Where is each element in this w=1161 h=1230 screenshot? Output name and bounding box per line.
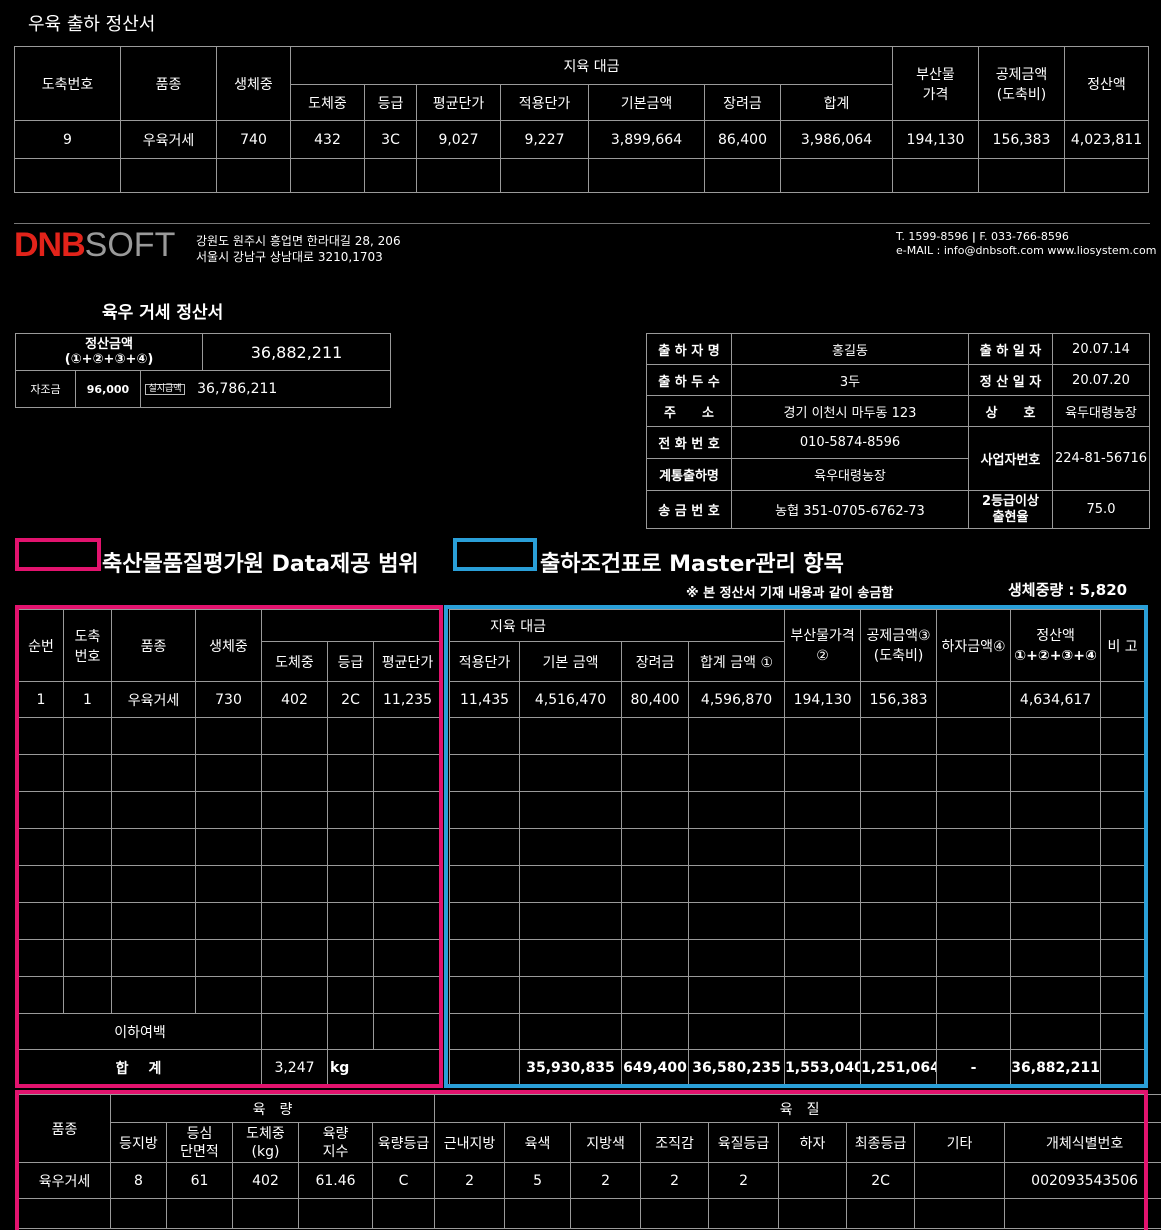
cell: 740 (217, 121, 291, 159)
biz-no-value: 224-81-56716 (1053, 427, 1150, 491)
cell: 4,023,811 (1065, 121, 1149, 159)
head-count-label: 출 하 두 수 (647, 365, 732, 396)
grade2-value: 75.0 (1053, 491, 1150, 529)
ship-date-value: 20.07.14 (1053, 334, 1150, 365)
actual-pay: 실지급액 36,786,211 (141, 371, 391, 408)
cell: 3C (365, 121, 417, 159)
live-weight-total: 생체중량 : 5,820 (1008, 579, 1127, 600)
business-label: 상 호 (969, 396, 1053, 427)
th-payment: 지육 대금 (291, 47, 893, 85)
th-applied-price: 적용단가 (501, 85, 589, 121)
biz-no-label: 사업자번호 (969, 427, 1053, 491)
th-live-weight: 생체중 (217, 47, 291, 121)
pink-legend-swatch (15, 538, 101, 571)
cell: 우육거세 (121, 121, 217, 159)
top-title: 우육 출하 정산서 (28, 10, 155, 36)
subsidy-value: 96,000 (76, 371, 141, 408)
system-label: 계통출하명 (647, 459, 732, 491)
top-table: 도축번호 품종 생체중 지육 대금 부산물가격 공제금액(도축비) 정산액 도체… (14, 46, 1149, 193)
th-avg-price: 평균단가 (417, 85, 501, 121)
blue-range-frame (444, 605, 1148, 1088)
address-value: 경기 이천시 마두동 123 (732, 396, 969, 427)
blue-legend-label: 출하조건표로 Master관리 항목 (540, 546, 844, 578)
cell: 86,400 (705, 121, 781, 159)
amount-label: 정산금액(①+②+③+④) (16, 334, 203, 371)
pink-range-frame (15, 605, 443, 1088)
th-incentive: 장려금 (705, 85, 781, 121)
account-label: 송 금 번 호 (647, 491, 732, 529)
amount-box: 정산금액(①+②+③+④) 36,882,211 자조금 96,000 실지급액… (15, 333, 391, 408)
top-row: 9 우육거세 740 432 3C 9,027 9,227 3,899,664 … (15, 121, 1149, 159)
grade2-label: 2등급이상출현율 (969, 491, 1053, 529)
th-byproduct: 부산물가격 (893, 47, 979, 121)
remit-note: ※ 본 정산서 기재 내용과 같이 송금함 (686, 582, 893, 601)
cell: 3,986,064 (781, 121, 893, 159)
amount-value: 36,882,211 (203, 334, 391, 371)
blue-legend-swatch (453, 538, 537, 571)
cell: 3,899,664 (589, 121, 705, 159)
th-slaughter-no: 도축번호 (15, 47, 121, 121)
th-deduction: 공제금액(도축비) (979, 47, 1065, 121)
cell: 432 (291, 121, 365, 159)
statement-title: 육우 거세 정산서 (102, 298, 223, 323)
settle-date-value: 20.07.20 (1053, 365, 1150, 396)
head-count-value: 3두 (732, 365, 969, 396)
shipper-value: 홍길동 (732, 334, 969, 365)
pink-quality-frame (15, 1090, 1148, 1230)
phone-value: 010-5874-8596 (732, 427, 969, 459)
th-carcass-weight: 도체중 (291, 85, 365, 121)
top-empty-row (15, 159, 1149, 193)
phone-label: 전 화 번 호 (647, 427, 732, 459)
cell: 9,027 (417, 121, 501, 159)
company-address: 강원도 원주시 흥업면 한라대길 28, 206 서울시 강남구 상남대로 32… (196, 233, 401, 265)
settle-date-label: 정 산 일 자 (969, 365, 1053, 396)
system-value: 육우대령농장 (732, 459, 969, 491)
cell: 194,130 (893, 121, 979, 159)
account-value: 농협 351-0705-6762-73 (732, 491, 969, 529)
info-table: 출 하 자 명 홍길동 출 하 일 자 20.07.14 출 하 두 수 3두 … (646, 333, 1150, 529)
subsidy-label: 자조금 (16, 371, 76, 408)
th-settlement: 정산액 (1065, 47, 1149, 121)
cell: 9,227 (501, 121, 589, 159)
th-breed: 품종 (121, 47, 217, 121)
address-label: 주 소 (647, 396, 732, 427)
cell: 156,383 (979, 121, 1065, 159)
pink-legend-label: 축산물품질평가원 Data제공 범위 (102, 546, 419, 578)
th-total: 합계 (781, 85, 893, 121)
th-grade: 등급 (365, 85, 417, 121)
header-divider (14, 223, 1150, 224)
company-logo: DNBSOFT (14, 226, 175, 264)
company-contact: T. 1599-8596 | F. 033-766-8596 e-MAIL : … (896, 230, 1156, 258)
th-base-amount: 기본금액 (589, 85, 705, 121)
shipper-label: 출 하 자 명 (647, 334, 732, 365)
cell: 9 (15, 121, 121, 159)
business-value: 육두대령농장 (1053, 396, 1150, 427)
ship-date-label: 출 하 일 자 (969, 334, 1053, 365)
